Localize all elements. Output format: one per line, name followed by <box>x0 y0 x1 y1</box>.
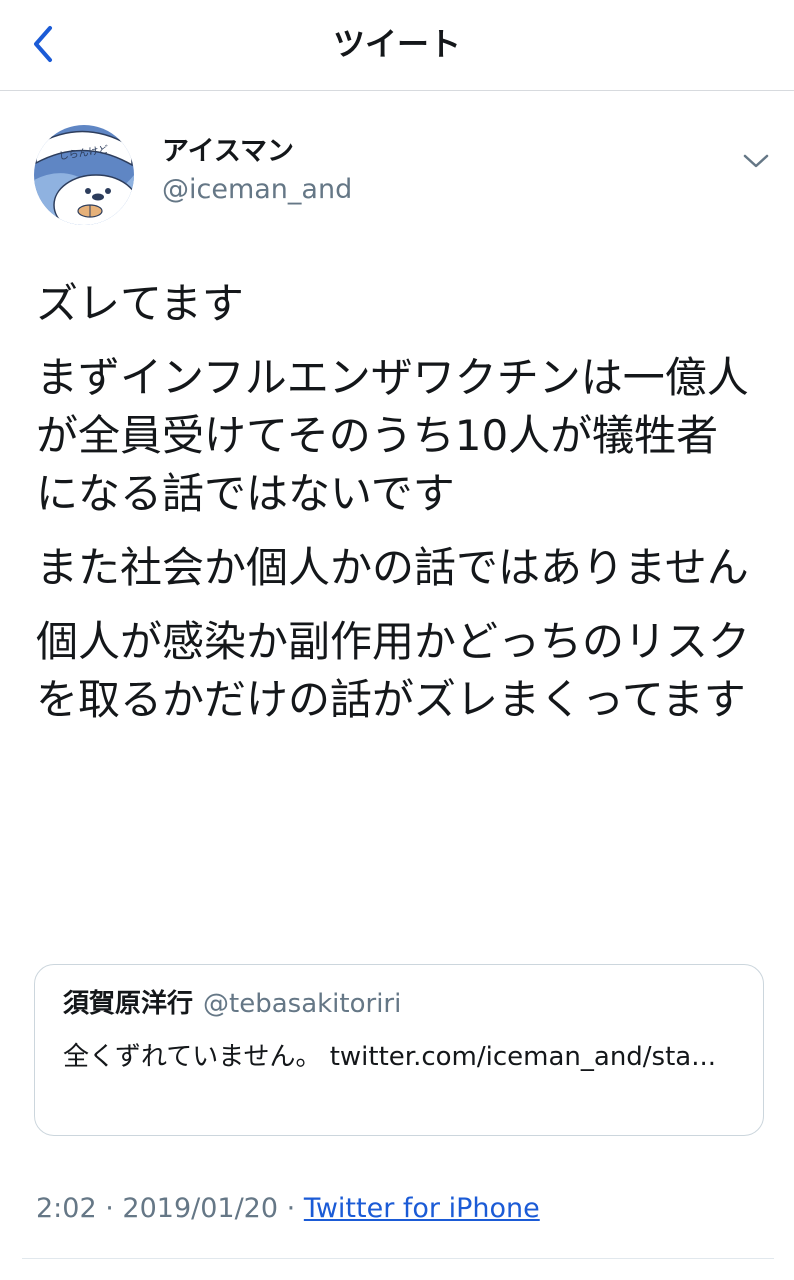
navigation-bar: ツイート <box>0 0 794 91</box>
tweet-menu-button[interactable] <box>736 143 776 179</box>
tweet-paragraph: また社会か個人かの話ではありません <box>36 543 749 592</box>
quoted-author-name: 須賀原洋行 <box>63 989 194 1019</box>
quoted-author-handle: @tebasakitoriri <box>203 989 402 1019</box>
quoted-tweet[interactable]: 須賀原洋行 @tebasakitoriri 全くずれていません。 twitter.… <box>34 964 764 1136</box>
tweet-time: 2:02 <box>36 1193 97 1224</box>
tweet-meta: 2:02 · 2019/01/20 · Twitter for iPhone <box>36 1191 540 1227</box>
tweet-date: 2019/01/20 <box>122 1193 279 1224</box>
author-name[interactable]: アイスマン <box>162 135 294 169</box>
quoted-tweet-text: 全くずれていません。 twitter.com/iceman_and/sta... <box>63 1042 717 1072</box>
tweet-source-link[interactable]: Twitter for iPhone <box>304 1193 540 1224</box>
avatar[interactable]: しらんけど <box>34 125 134 225</box>
tweet-paragraph: まずインフルエンザワクチンは一億人が全員受けてそのうち10人が犠牲者になる話では… <box>36 353 749 518</box>
divider <box>22 1258 774 1259</box>
author-handle[interactable]: @iceman_and <box>162 173 352 207</box>
tweet-text: ズレてます まずインフルエンザワクチンは一億人が全員受けてそのうち10人が犠牲者… <box>36 275 756 745</box>
tweet-paragraph: ズレてます <box>36 279 244 328</box>
avatar-image: しらんけど <box>34 125 134 225</box>
chevron-down-icon <box>743 154 769 168</box>
meta-separator: · <box>286 1193 296 1224</box>
quoted-tweet-header: 須賀原洋行 @tebasakitoriri <box>63 987 401 1021</box>
meta-separator: · <box>105 1193 114 1224</box>
tweet-paragraph: 個人が感染か副作用かどっちのリスクを取るかだけの話がズレまくってます <box>36 617 751 724</box>
page-title: ツイート <box>332 25 461 63</box>
